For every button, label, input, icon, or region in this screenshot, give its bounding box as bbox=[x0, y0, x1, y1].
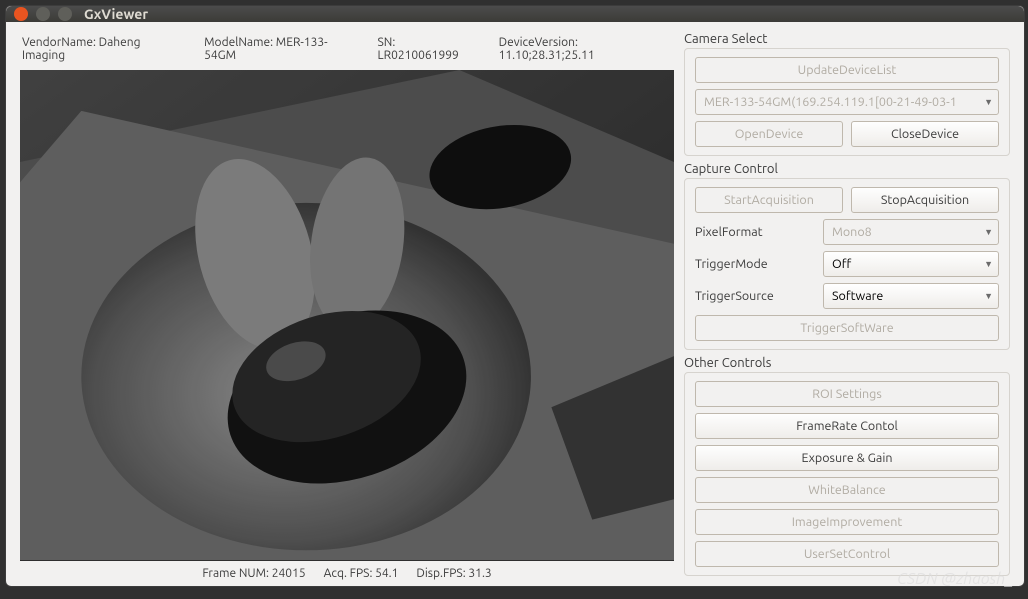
trigger-software-button[interactable]: TriggerSoftWare bbox=[695, 315, 999, 341]
camera-preview bbox=[20, 70, 674, 561]
status-row: Frame NUM: 24015 Acq. FPS: 54.1 Disp.FPS… bbox=[20, 561, 674, 580]
frame-num: Frame NUM: 24015 bbox=[202, 567, 305, 580]
other-controls-heading: Other Controls bbox=[684, 356, 1010, 370]
trigger-source-label: TriggerSource bbox=[695, 289, 815, 303]
device-info-row: VendorName: Daheng Imaging ModelName: ME… bbox=[20, 32, 674, 70]
content-area: VendorName: Daheng Imaging ModelName: ME… bbox=[6, 22, 1024, 594]
image-improvement-button[interactable]: ImageImprovement bbox=[695, 509, 999, 535]
window-maximize-button[interactable] bbox=[58, 7, 72, 21]
pixel-format-select[interactable]: Mono8 bbox=[823, 219, 999, 245]
disp-fps: Disp.FPS: 31.3 bbox=[416, 567, 491, 580]
user-set-control-button[interactable]: UserSetControl bbox=[695, 541, 999, 567]
window-title: GxViewer bbox=[84, 6, 148, 22]
trigger-mode-select[interactable]: Off bbox=[823, 251, 999, 277]
right-panel: Camera Select UpdateDeviceList MER-133-5… bbox=[684, 32, 1010, 580]
camera-select-heading: Camera Select bbox=[684, 32, 1010, 46]
window-minimize-button[interactable] bbox=[36, 7, 50, 21]
roi-settings-button[interactable]: ROI Settings bbox=[695, 381, 999, 407]
serial-number: SN: LR0210061999 bbox=[377, 36, 476, 62]
start-acquisition-button[interactable]: StartAcquisition bbox=[695, 187, 843, 213]
exposure-gain-button[interactable]: Exposure & Gain bbox=[695, 445, 999, 471]
close-device-button[interactable]: CloseDevice bbox=[851, 121, 999, 147]
vendor-name: VendorName: Daheng Imaging bbox=[22, 36, 182, 62]
other-controls-section: Other Controls ROI Settings FrameRate Co… bbox=[684, 356, 1010, 576]
window-close-button[interactable] bbox=[14, 7, 28, 21]
model-name: ModelName: MER-133-54GM bbox=[204, 36, 355, 62]
trigger-mode-label: TriggerMode bbox=[695, 257, 815, 271]
capture-control-section: Capture Control StartAcquisition StopAcq… bbox=[684, 162, 1010, 350]
left-panel: VendorName: Daheng Imaging ModelName: ME… bbox=[20, 32, 674, 580]
trigger-source-select[interactable]: Software bbox=[823, 283, 999, 309]
white-balance-button[interactable]: WhiteBalance bbox=[695, 477, 999, 503]
open-device-button[interactable]: OpenDevice bbox=[695, 121, 843, 147]
acq-fps: Acq. FPS: 54.1 bbox=[324, 567, 399, 580]
framerate-control-button[interactable]: FrameRate Contol bbox=[695, 413, 999, 439]
gxviewer-window: GxViewer VendorName: Daheng Imaging Mode… bbox=[5, 5, 1025, 587]
titlebar: GxViewer bbox=[6, 6, 1024, 22]
stop-acquisition-button[interactable]: StopAcquisition bbox=[851, 187, 999, 213]
device-version: DeviceVersion: 11.10;28.31;25.11 bbox=[499, 36, 672, 62]
camera-select-section: Camera Select UpdateDeviceList MER-133-5… bbox=[684, 32, 1010, 156]
device-select[interactable]: MER-133-54GM(169.254.119.1[00-21-49-03-1 bbox=[695, 89, 999, 115]
update-device-list-button[interactable]: UpdateDeviceList bbox=[695, 57, 999, 83]
capture-control-heading: Capture Control bbox=[684, 162, 1010, 176]
pixel-format-label: PixelFormat bbox=[695, 225, 815, 239]
